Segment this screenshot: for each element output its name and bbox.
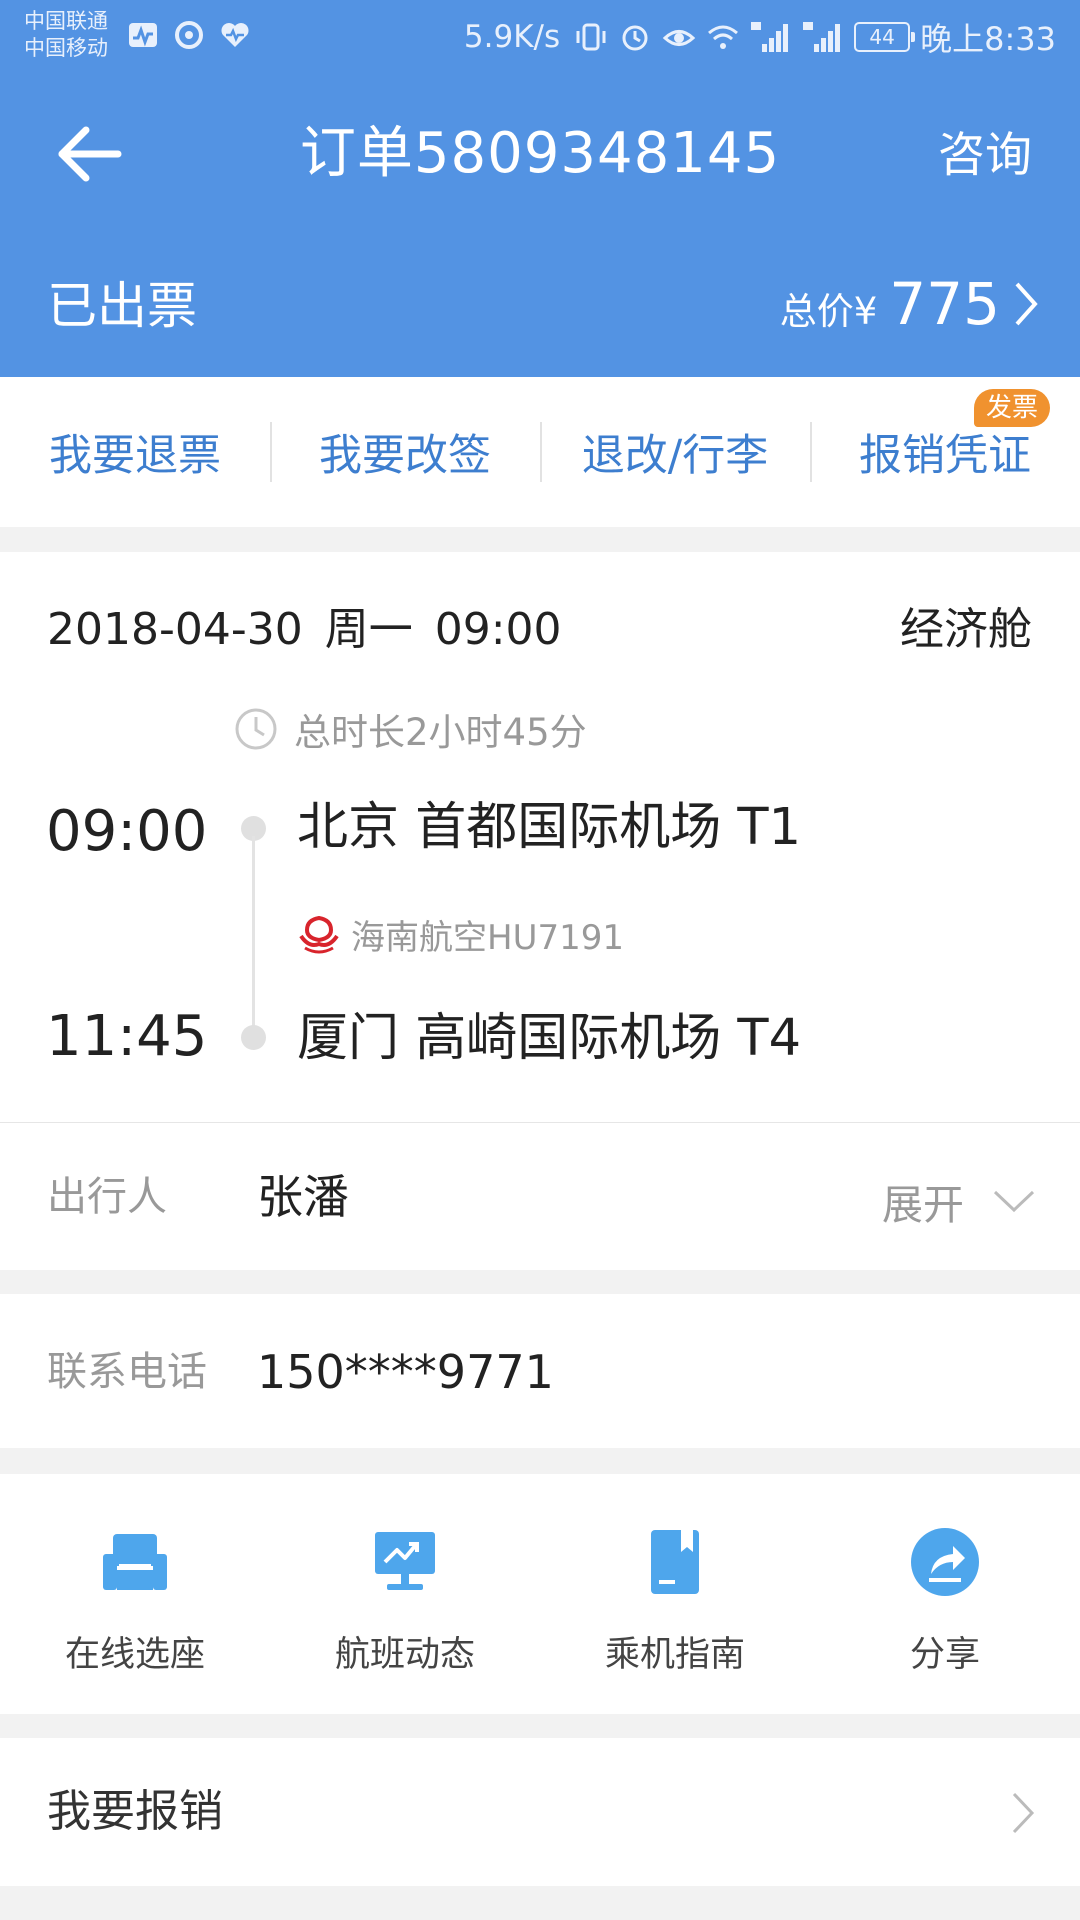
status-notification-icons bbox=[126, 18, 252, 52]
share-icon bbox=[911, 1528, 979, 1596]
traveler-label: 出行人 bbox=[47, 1174, 167, 1220]
battery-icon: 44 bbox=[854, 22, 916, 52]
traveler-name: 张潘 bbox=[257, 1170, 349, 1224]
price-value: 775 bbox=[889, 270, 1000, 338]
flight-weekday: 周一 bbox=[324, 604, 413, 655]
flight-date: 2018-04-30 bbox=[47, 604, 303, 655]
nav-bar: 订单5809348145 咨询 bbox=[0, 100, 1080, 210]
change-ticket-button[interactable]: 我要改签 bbox=[270, 377, 540, 527]
carrier-mobile: 中国移动 bbox=[24, 36, 108, 60]
reimbursement-row[interactable]: 我要报销 bbox=[0, 1738, 1080, 1886]
departure-datetime: 2018-04-30 周一 09:00 bbox=[47, 602, 562, 658]
price-label: 总价¥ bbox=[779, 290, 878, 333]
flight-status-button[interactable]: 航班动态 bbox=[270, 1474, 540, 1714]
order-header: 中国联通 中国移动 5.9K/s 44 晚上8:33 订单5809348145 … bbox=[0, 0, 1080, 377]
status-bar: 中国联通 中国移动 5.9K/s 44 晚上8:33 bbox=[0, 0, 1080, 78]
refund-baggage-label: 退改/行李 bbox=[581, 431, 769, 481]
flight-status-label: 航班动态 bbox=[334, 1635, 475, 1675]
music-app-icon bbox=[175, 21, 203, 49]
expand-traveler-button[interactable]: 展开 bbox=[882, 1171, 1036, 1231]
departure-airport: 北京 首都国际机场 T1 bbox=[297, 798, 802, 857]
service-shortcuts: 在线选座 航班动态 乘机指南 分享 bbox=[0, 1474, 1080, 1714]
contact-label: 联系电话 bbox=[47, 1349, 207, 1395]
invoice-badge: 发票 bbox=[973, 389, 1050, 427]
seat-selection-label: 在线选座 bbox=[64, 1635, 205, 1675]
contact-row: 联系电话 150****9771 bbox=[0, 1294, 1080, 1448]
refund-baggage-rules-button[interactable]: 退改/行李 bbox=[540, 377, 810, 527]
flight-duration: 总时长2小时45分 bbox=[232, 702, 587, 756]
boarding-guide-label: 乘机指南 bbox=[604, 1635, 745, 1675]
route-line bbox=[252, 836, 255, 1032]
hainan-airlines-logo-icon bbox=[299, 915, 339, 953]
health-heart-icon bbox=[221, 23, 249, 47]
cabin-class: 经济舱 bbox=[900, 604, 1032, 655]
online-seat-selection-button[interactable]: 在线选座 bbox=[0, 1474, 270, 1714]
order-status-row: 已出票 总价¥ 775 bbox=[0, 270, 1080, 350]
reimbursement-voucher-label: 报销凭证 bbox=[859, 431, 1031, 481]
order-actions: 我要退票 我要改签 退改/行李 报销凭证 发票 bbox=[0, 377, 1080, 527]
refund-button[interactable]: 我要退票 bbox=[0, 377, 270, 527]
change-ticket-label: 我要改签 bbox=[319, 431, 491, 481]
refund-label: 我要退票 bbox=[49, 431, 221, 481]
arrival-time: 11:45 bbox=[46, 1004, 208, 1069]
clock-time: 晚上8:33 bbox=[920, 20, 1056, 58]
vibrate-icon bbox=[576, 23, 606, 51]
reimbursement-voucher-button[interactable]: 报销凭证 发票 bbox=[810, 377, 1080, 527]
signal-2g-icon bbox=[803, 22, 841, 52]
airline-info: 海南航空HU7191 bbox=[297, 910, 624, 959]
seat-icon bbox=[103, 1534, 167, 1590]
consult-button[interactable]: 咨询 bbox=[938, 128, 1032, 184]
arrival-dot bbox=[241, 1025, 266, 1050]
eye-comfort-icon bbox=[662, 30, 696, 46]
duration-text: 总时长2小时45分 bbox=[294, 711, 587, 754]
carrier-unicom: 中国联通 bbox=[24, 9, 108, 33]
traveler-row: 出行人 张潘 展开 bbox=[0, 1122, 1080, 1270]
contact-phone: 150****9771 bbox=[257, 1345, 554, 1399]
arrival-airport: 厦门 高崎国际机场 T4 bbox=[297, 1009, 802, 1068]
clock-icon bbox=[235, 708, 277, 750]
chevron-right-icon bbox=[1015, 282, 1038, 326]
share-label: 分享 bbox=[909, 1635, 980, 1675]
chevron-down-icon bbox=[993, 1190, 1035, 1213]
expand-label: 展开 bbox=[882, 1181, 964, 1229]
departure-time: 09:00 bbox=[46, 799, 208, 864]
total-price-button[interactable]: 总价¥ 775 bbox=[780, 270, 1040, 338]
chevron-right-icon bbox=[1012, 1792, 1035, 1834]
activity-icon bbox=[129, 23, 157, 47]
flight-status-icon bbox=[375, 1532, 435, 1590]
carrier-names: 中国联通 中国移动 bbox=[24, 8, 108, 62]
status-right: 5.9K/s 44 晚上8:33 bbox=[464, 14, 1056, 60]
order-title: 订单5809348145 bbox=[299, 121, 781, 186]
flight-card: 2018-04-30 周一 09:00 经济舱 总时长2小时45分 09:00 北京… bbox=[0, 552, 1080, 1122]
airline-flight-number: 海南航空HU7191 bbox=[351, 918, 624, 958]
flight-header-time: 09:00 bbox=[434, 604, 562, 655]
guide-book-icon bbox=[651, 1530, 699, 1594]
net-speed: 5.9K/s bbox=[463, 19, 561, 55]
reimbursement-label: 我要报销 bbox=[47, 1786, 223, 1837]
boarding-guide-button[interactable]: 乘机指南 bbox=[540, 1474, 810, 1714]
share-button[interactable]: 分享 bbox=[810, 1474, 1080, 1714]
alarm-icon bbox=[622, 25, 648, 51]
signal-4g-icon bbox=[751, 22, 789, 52]
ticket-status: 已出票 bbox=[47, 277, 197, 335]
wifi-icon bbox=[708, 25, 739, 49]
